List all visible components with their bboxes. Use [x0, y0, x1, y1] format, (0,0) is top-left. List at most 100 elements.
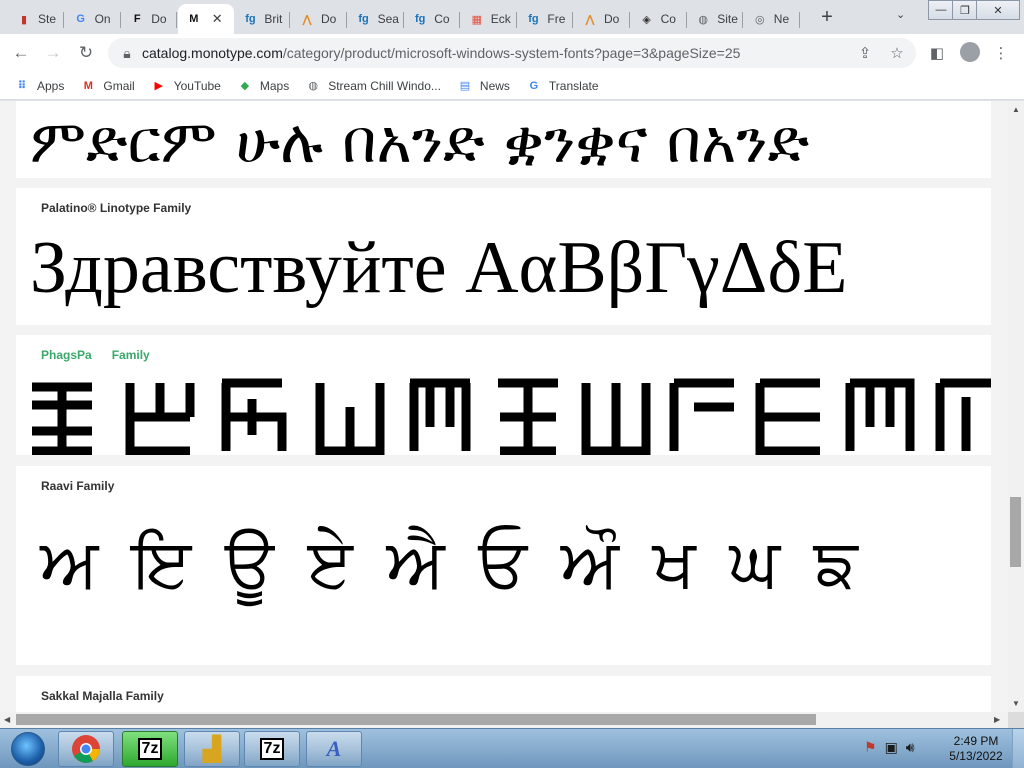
profile-avatar[interactable] [960, 42, 980, 62]
youtube-icon: ▶ [154, 80, 163, 92]
tab-10[interactable]: ⋀ Do [574, 4, 630, 34]
shield-icon: ◈ [642, 13, 651, 26]
restore-button[interactable]: ❐ [952, 0, 978, 20]
action-center-flag-icon[interactable]: ⚑ [864, 739, 877, 756]
tab-7[interactable]: fg Co [404, 4, 461, 34]
chrome-icon: ◎ [754, 13, 765, 26]
back-arrow-icon[interactable]: ← [10, 42, 32, 64]
taskbar-7zip-button-2[interactable]: 7z [244, 731, 300, 767]
font-family-name[interactable]: Raavi Family [41, 479, 114, 493]
windows-icon: ▦ [471, 13, 482, 26]
tab-3[interactable]: M ✕ [177, 4, 234, 34]
bookmark-label: News [479, 78, 510, 93]
font-sample: Здравствуйте AαBβΓγΔδE [30, 227, 848, 309]
address-path: /category/product/microsoft-windows-syst… [282, 45, 741, 61]
tab-search-chevron-icon[interactable]: ⌄ [896, 8, 905, 21]
fg-icon: fg [358, 13, 369, 25]
font-family-name-part: Family [111, 348, 150, 362]
bookmark-gmail[interactable]: M Gmail [80, 78, 135, 94]
tab-0[interactable]: ▮ Ste [8, 4, 64, 34]
tab-4[interactable]: fg Brit [234, 4, 291, 34]
font-card-raavi[interactable]: Raavi Family ਅ ਇ ਊ ਏ ਐ ਓ ਔ ਖ ਘ ਙ [16, 466, 991, 665]
volume-icon[interactable]: 🔊︎ [906, 739, 915, 756]
network-icon[interactable]: ▣ [885, 739, 898, 756]
tab-8[interactable]: ▦ Eck [461, 4, 517, 34]
tab-13[interactable]: ◎ Ne [744, 4, 800, 34]
horizontal-scrollbar[interactable]: ◀ ▶ [0, 712, 1008, 728]
font-card-sakkal-majalla[interactable]: Sakkal Majalla Family [16, 676, 991, 712]
gmail-icon: M [83, 79, 93, 92]
start-button[interactable] [2, 730, 54, 768]
vertical-scrollbar[interactable]: ▲ ▼ [1008, 101, 1024, 712]
address-bar[interactable]: 🔒︎ catalog.monotype.com/category/product… [108, 38, 916, 68]
maps-icon: ◆ [240, 80, 250, 92]
font-card-phagspa[interactable]: PhagsPa Family [16, 335, 991, 455]
tab-1[interactable]: G On [65, 4, 121, 34]
bookmark-label: YouTube [173, 78, 221, 93]
system-tray: ⚑ ▣ 🔊︎ [864, 739, 915, 756]
font-sample: ਅ ਇ ਊ ਏ ਐ ਓ ਔ ਖ ਘ ਙ [40, 524, 864, 603]
bookmark-translate[interactable]: G Translate [526, 78, 599, 94]
scroll-down-arrow-icon[interactable]: ▼ [1012, 699, 1020, 708]
tab-9[interactable]: fg Fre [517, 4, 574, 34]
font-viewer-icon: A [326, 736, 342, 761]
taskbar-chrome-button[interactable] [58, 731, 114, 767]
google-icon: G [76, 13, 85, 25]
scrollbar-corner [1008, 712, 1024, 728]
tab-title: Co [660, 12, 676, 26]
menu-dots-icon[interactable]: ⋮ [991, 43, 1011, 63]
bookmark-news[interactable]: ▤ News [457, 78, 510, 94]
new-tab-button[interactable]: + [816, 6, 838, 28]
font-family-name[interactable]: Sakkal Majalla Family [41, 689, 164, 703]
font-card-amharic[interactable]: ምድርም ሁሉ በአንድ ቋንቋና በአንድ [16, 101, 991, 178]
translate-icon: G [529, 79, 539, 92]
share-icon[interactable]: ⇪ [855, 43, 875, 63]
taskbar-font-viewer-button[interactable]: A [306, 731, 362, 767]
tab-title: Sea [377, 12, 399, 26]
tab-title: Eck [490, 12, 511, 26]
horizontal-scroll-thumb[interactable] [16, 714, 816, 725]
scroll-up-arrow-icon[interactable]: ▲ [1012, 105, 1020, 114]
reload-icon[interactable]: ↻ [75, 42, 97, 64]
globe-icon: ◍ [698, 13, 708, 26]
show-desktop-button[interactable] [1012, 729, 1024, 768]
clock-time: 2:49 PM [953, 734, 999, 748]
tab-6[interactable]: fg Sea [348, 4, 404, 34]
font-family-name[interactable]: Palatino® Linotype Family [41, 201, 191, 215]
lock-icon[interactable]: 🔒︎ [120, 45, 134, 61]
tab-5[interactable]: ⋀ Do [291, 4, 347, 34]
close-window-button[interactable]: ✕ [976, 0, 1020, 20]
page-content: ምድርም ሁሉ በአንድ ቋንቋና በአንድ Palatino® Linotyp… [0, 101, 1008, 712]
fg-icon: fg [245, 13, 256, 25]
tab-title: Do [604, 12, 620, 26]
bookmark-label: Gmail [103, 78, 135, 93]
tab-12[interactable]: ◍ Site [687, 4, 744, 34]
scroll-right-arrow-icon[interactable]: ▶ [994, 715, 1000, 724]
bookmark-globe[interactable]: ◍ Stream Chill Windo... [305, 78, 441, 94]
bookmark-youtube[interactable]: ▶ YouTube [151, 78, 221, 94]
fg-icon: fg [528, 13, 539, 25]
bookmark-star-icon[interactable]: ☆ [887, 43, 907, 63]
scroll-left-arrow-icon[interactable]: ◀ [4, 715, 10, 724]
taskbar-7zip-button[interactable]: 7z [122, 731, 178, 767]
side-panel-icon[interactable]: ◧ [927, 43, 947, 63]
tab-title: Do [151, 12, 167, 26]
vertical-scroll-thumb[interactable] [1010, 497, 1021, 567]
tab-2[interactable]: F Do [121, 4, 178, 34]
news-icon: ▤ [459, 80, 471, 92]
bookmark-apps-grid[interactable]: ⠿ Apps [14, 78, 65, 94]
m-logo-icon: M [189, 13, 199, 25]
taskbar-folder-button[interactable]: ▟ [184, 731, 240, 767]
font-card-palatino[interactable]: Palatino® Linotype Family Здравствуйте A… [16, 188, 991, 325]
forward-arrow-icon[interactable]: → [42, 42, 64, 64]
minimize-button[interactable]: — [928, 0, 954, 20]
font-family-name[interactable]: PhagsPa Family [41, 348, 150, 362]
bookmarks-bar: ⠿ Apps M Gmail ▶ YouTube ◆ Maps ◍ Stream Chill Wi… [0, 72, 1024, 100]
bookmark-maps[interactable]: ◆ Maps [237, 78, 290, 94]
sevenzip-icon: 7z [137, 738, 163, 760]
sevenzip-icon: 7z [259, 738, 285, 760]
taskbar-clock[interactable]: 2:49 PM 5/13/2022 [944, 734, 1008, 764]
tab-11[interactable]: ◈ Co [631, 4, 687, 34]
close-tab-icon[interactable]: ✕ [212, 11, 223, 27]
browser-toolbar: ← → ↻ 🔒︎ catalog.monotype.com/category/p… [0, 34, 1024, 72]
